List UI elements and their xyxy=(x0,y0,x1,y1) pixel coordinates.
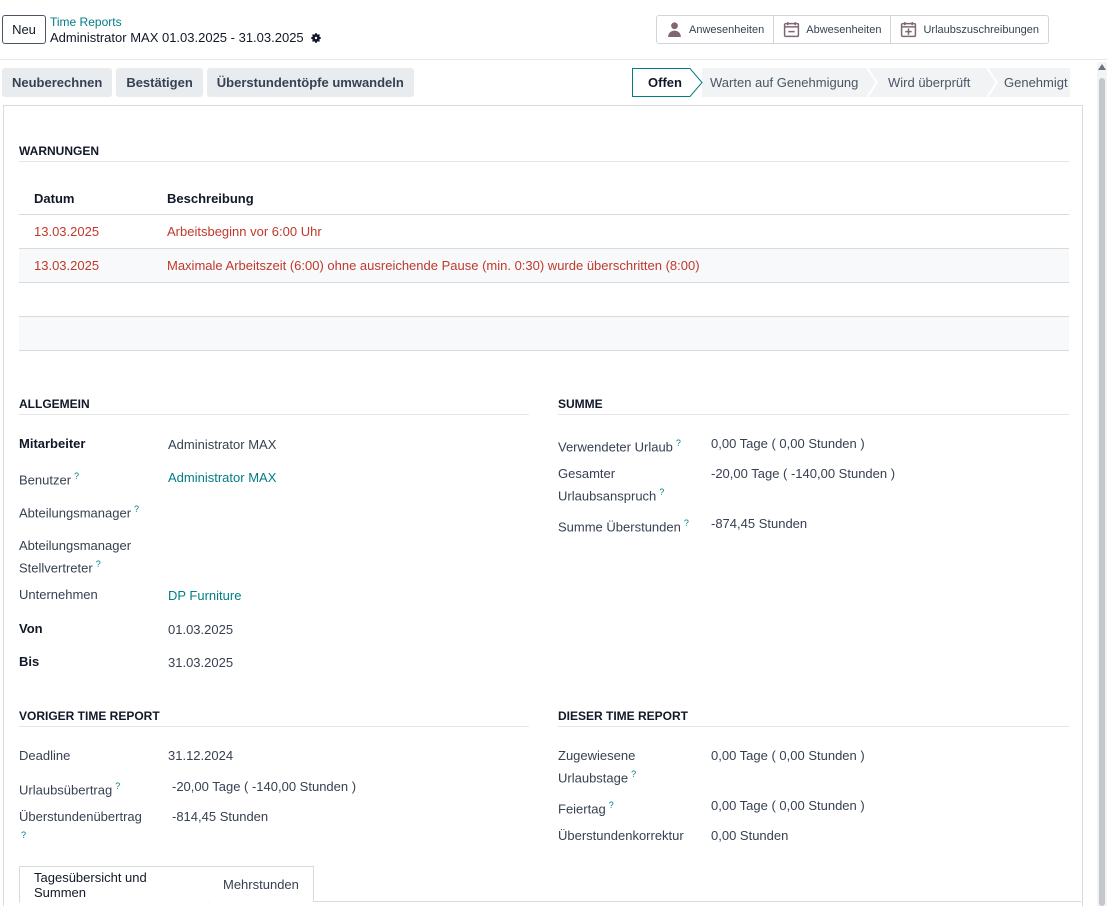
overtime-sum-value: -874,45 Stunden xyxy=(711,516,808,531)
overtime-sum-label: Summe Überstunden? xyxy=(558,518,689,535)
this-report-title: DIESER TIME REPORT xyxy=(558,709,1069,727)
holiday-value: 0,00 Tage ( 0,00 Stunden ) xyxy=(711,798,865,813)
help-icon[interactable]: ? xyxy=(609,800,614,810)
used-vacation-label: Verwendeter Urlaub? xyxy=(558,438,681,455)
warning-description: Maximale Arbeitszeit (6:00) ohne ausreic… xyxy=(167,258,700,273)
help-icon[interactable]: ? xyxy=(659,487,664,497)
breadcrumb-current: Administrator MAX 01.03.2025 - 31.03.202… xyxy=(50,30,322,45)
holiday-label: Feiertag? xyxy=(558,800,614,817)
action-buttons: Neuberechnen Bestätigen Überstundentöpfe… xyxy=(2,68,414,97)
previous-report-title: VORIGER TIME REPORT xyxy=(19,709,529,727)
confirm-button[interactable]: Bestätigen xyxy=(116,68,203,97)
stages: Offen Warten auf Genehmigung Wird überpr… xyxy=(632,68,1084,97)
control-panel: Neu Time Reports Administrator MAX 01.03… xyxy=(0,0,1107,60)
company-value[interactable]: DP Furniture xyxy=(168,586,241,605)
user-icon xyxy=(668,22,681,37)
convert-overtime-button[interactable]: Überstundentöpfe umwandeln xyxy=(206,68,414,97)
user-value[interactable]: Administrator MAX xyxy=(168,468,276,487)
help-icon[interactable]: ? xyxy=(684,518,689,528)
gear-icon[interactable] xyxy=(310,32,322,44)
stage-open[interactable]: Offen xyxy=(648,75,682,90)
recalculate-button[interactable]: Neuberechnen xyxy=(2,68,113,97)
sum-title: SUMME xyxy=(558,397,1069,415)
deadline-label: Deadline xyxy=(19,748,71,763)
calendar-minus-icon xyxy=(784,22,800,38)
new-button[interactable]: Neu xyxy=(2,15,46,44)
help-icon[interactable]: ? xyxy=(21,830,26,840)
notebook-tabs: Tagesübersicht und Summen Mehrstunden xyxy=(19,866,1081,903)
table-row[interactable]: 13.03.2025 Maximale Arbeitszeit (6:00) o… xyxy=(19,249,1069,283)
table-row[interactable]: 13.03.2025 Arbeitsbeginn vor 6:00 Uhr xyxy=(19,215,1069,249)
column-date[interactable]: Datum xyxy=(34,191,74,206)
warning-date: 13.03.2025 xyxy=(34,224,100,239)
table-empty-row xyxy=(19,283,1069,317)
tab-extra-hours[interactable]: Mehrstunden xyxy=(209,866,314,902)
scrollbar[interactable] xyxy=(1097,62,1107,906)
attendances-button[interactable]: Anwesenheiten xyxy=(657,16,775,43)
help-icon[interactable]: ? xyxy=(631,769,636,779)
table-header: Datum Beschreibung xyxy=(19,178,1069,215)
tab-daily-overview[interactable]: Tagesübersicht und Summen xyxy=(19,866,210,903)
deadline-value: 31.12.2024 xyxy=(168,748,234,763)
to-label: Bis xyxy=(19,654,40,669)
scroll-up-icon[interactable] xyxy=(1098,64,1106,70)
smart-buttons: Anwesenheiten Abwesenheiten Urlaubszusch… xyxy=(656,15,1050,44)
company-label: Unternehmen xyxy=(19,587,98,602)
table-empty-row xyxy=(19,317,1069,351)
warning-description: Arbeitsbeginn vor 6:00 Uhr xyxy=(167,224,322,239)
form-sheet: WARNUNGEN Datum Beschreibung 13.03.2025 … xyxy=(3,105,1083,906)
from-label: Von xyxy=(19,621,43,636)
breadcrumb-parent[interactable]: Time Reports xyxy=(50,15,122,29)
stage-approved[interactable]: Genehmigt xyxy=(1004,75,1068,90)
manager-label: Abteilungsmanager? xyxy=(19,504,140,521)
help-icon[interactable]: ? xyxy=(96,559,101,569)
general-title: ALLGEMEIN xyxy=(19,397,529,415)
stage-under-review[interactable]: Wird überprüft xyxy=(888,75,970,90)
vacation-allocations-button[interactable]: Urlaubszuschreibungen xyxy=(891,16,1048,43)
total-entitlement-label: Gesamter Urlaubsanspruch? xyxy=(558,466,665,504)
scroll-thumb[interactable] xyxy=(1099,78,1105,906)
warning-date: 13.03.2025 xyxy=(34,258,100,273)
absences-label: Abwesenheiten xyxy=(806,23,882,36)
column-description[interactable]: Beschreibung xyxy=(167,191,254,206)
warnings-title: WARNUNGEN xyxy=(19,144,1069,162)
to-value[interactable]: 31.03.2025 xyxy=(168,653,233,672)
help-icon[interactable]: ? xyxy=(115,781,120,791)
attendances-label: Anwesenheiten xyxy=(689,23,765,36)
overtime-correction-value: 0,00 Stunden xyxy=(711,828,789,843)
help-icon[interactable]: ? xyxy=(676,438,681,448)
warnings-table: Datum Beschreibung 13.03.2025 Arbeitsbeg… xyxy=(19,178,1069,351)
overtime-carry-label: Überstundenübertrag ? xyxy=(19,809,142,840)
employee-value[interactable]: Administrator MAX xyxy=(168,435,276,454)
calendar-plus-icon xyxy=(901,22,917,38)
employee-label: Mitarbeiter xyxy=(19,436,86,451)
help-icon[interactable]: ? xyxy=(134,504,139,514)
statusbar: Neuberechnen Bestätigen Überstundentöpfe… xyxy=(0,60,1107,105)
deputy-label: Abteilungsmanager Stellvertreter? xyxy=(19,538,132,576)
help-icon[interactable]: ? xyxy=(74,471,79,481)
vacation-carry-label: Urlaubsübertrag? xyxy=(19,781,121,798)
overtime-correction-label: Überstundenkorrektur xyxy=(558,828,684,843)
absences-button[interactable]: Abwesenheiten xyxy=(774,16,892,43)
overtime-carry-value: -814,45 Stunden xyxy=(172,809,269,824)
from-value[interactable]: 01.03.2025 xyxy=(168,620,233,639)
assigned-days-label: Zugewiesene Urlaubstage? xyxy=(558,748,637,786)
vacation-carry-value: -20,00 Tage ( -140,00 Stunden ) xyxy=(172,779,357,794)
used-vacation-value: 0,00 Tage ( 0,00 Stunden ) xyxy=(711,436,865,451)
vacation-allocations-label: Urlaubszuschreibungen xyxy=(923,23,1040,36)
user-label: Benutzer? xyxy=(19,471,80,488)
record-title: Administrator MAX 01.03.2025 - 31.03.202… xyxy=(50,30,304,45)
stage-waiting-approval[interactable]: Warten auf Genehmigung xyxy=(710,75,858,90)
total-entitlement-value: -20,00 Tage ( -140,00 Stunden ) xyxy=(711,466,896,481)
assigned-days-value: 0,00 Tage ( 0,00 Stunden ) xyxy=(711,748,865,763)
